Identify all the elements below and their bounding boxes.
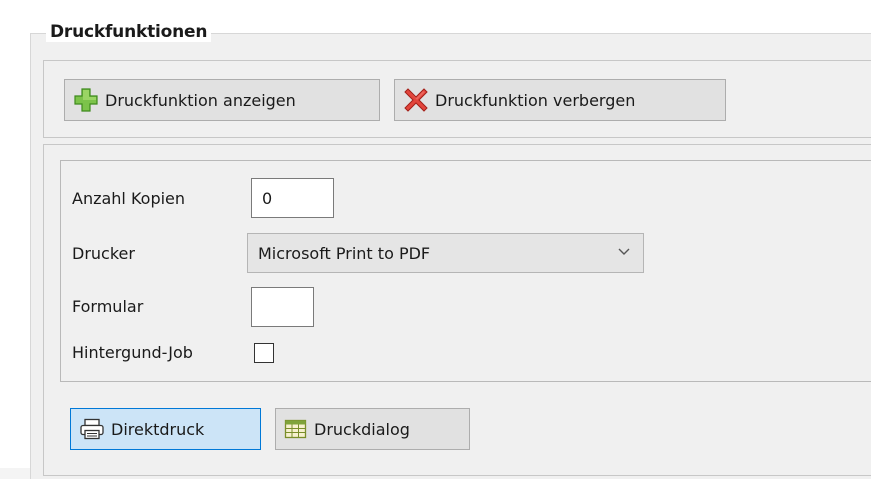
background-job-label: Hintergund-Job — [72, 343, 193, 362]
copies-input[interactable]: 0 — [251, 178, 334, 218]
printer-icon — [80, 418, 104, 440]
form-input[interactable] — [251, 287, 314, 327]
background-job-checkbox[interactable] — [254, 343, 274, 363]
spreadsheet-icon — [284, 419, 307, 439]
plus-icon — [74, 88, 98, 112]
printer-label: Drucker — [72, 244, 135, 263]
hide-print-function-button[interactable]: Druckfunktion verbergen — [394, 79, 726, 121]
print-dialog-button[interactable]: Druckdialog — [275, 408, 470, 450]
form-label: Formular — [72, 297, 144, 316]
chevron-down-icon — [618, 248, 630, 255]
hide-print-function-label: Druckfunktion verbergen — [435, 90, 636, 110]
print-dialog-label: Druckdialog — [314, 419, 410, 439]
direct-print-button[interactable]: Direktdruck — [70, 408, 261, 450]
direct-print-label: Direktdruck — [111, 419, 205, 439]
group-title: Druckfunktionen — [46, 22, 212, 42]
copies-label: Anzahl Kopien — [72, 189, 186, 208]
printer-select-value: Microsoft Print to PDF — [258, 243, 431, 263]
printer-select[interactable]: Microsoft Print to PDF — [247, 233, 644, 273]
show-print-function-button[interactable]: Druckfunktion anzeigen — [64, 79, 380, 121]
show-print-function-label: Druckfunktion anzeigen — [105, 90, 296, 110]
close-icon — [404, 88, 428, 112]
